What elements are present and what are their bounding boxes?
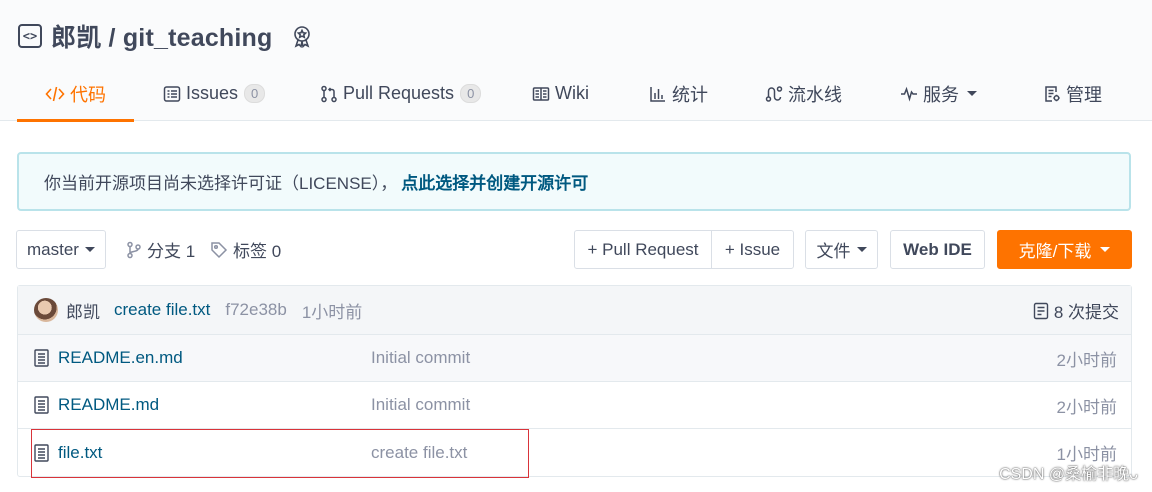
file-icon [34, 349, 49, 367]
code-icon [45, 85, 65, 103]
commit-hash[interactable]: f72e38b [225, 300, 286, 320]
commit-time: 1小时前 [301, 302, 363, 322]
branch-icon [126, 241, 142, 259]
web-ide-button[interactable]: Web IDE [890, 230, 985, 269]
repo-title-row: <> 郎凯 / git_teaching [18, 18, 314, 54]
chevron-down-icon [856, 247, 867, 252]
tab-wiki[interactable]: Wiki [532, 66, 589, 121]
branch-select[interactable]: master [16, 230, 106, 269]
commit-author[interactable]: 郎凯 [66, 298, 100, 323]
repo-tabs: 代码 Issues 0 Pull Requests 0 Wiki 统计 流水线 … [0, 66, 1152, 122]
tab-label: 代码 [70, 84, 106, 105]
commit-count-label: 8 次提交 [1053, 303, 1119, 322]
pull-request-icon [320, 85, 338, 103]
tab-pull-requests[interactable]: Pull Requests 0 [320, 66, 482, 121]
tab-pipeline[interactable]: 流水线 [765, 66, 842, 121]
file-time: 2小时前 [1056, 397, 1117, 417]
file-row[interactable]: README.md Initial commit 2小时前 [18, 382, 1131, 429]
commit-count-link[interactable]: 8 次提交 [1033, 286, 1119, 335]
repo-header: <> 郎凯 / git_teaching 代码 Issues 0 Pull Re… [0, 0, 1152, 122]
new-issue-button[interactable]: + Issue [711, 230, 794, 269]
chevron-down-icon [967, 91, 977, 96]
file-name-link[interactable]: README.md [58, 395, 159, 415]
file-name-link[interactable]: README.en.md [58, 348, 183, 368]
tab-stats[interactable]: 统计 [649, 66, 708, 121]
tag-icon [210, 241, 228, 259]
create-license-link[interactable]: 点此选择并创建开源许可 [401, 169, 588, 194]
new-pull-request-button[interactable]: + Pull Request [574, 230, 712, 269]
tab-label: 服务 [923, 84, 959, 105]
tab-code[interactable]: 代码 [17, 66, 134, 122]
file-menu-button[interactable]: 文件 [805, 230, 878, 269]
issues-count-badge: 0 [244, 84, 266, 103]
file-row[interactable]: file.txt create file.txt 1小时前 [18, 429, 1131, 476]
tab-label: 流水线 [788, 84, 842, 105]
book-icon [532, 85, 550, 103]
branch-select-label: master [27, 239, 79, 259]
new-pull-request-label: + Pull Request [587, 239, 699, 259]
license-notice: 你当前开源项目尚未选择许可证（LICENSE）， 点此选择并创建开源许可 [17, 152, 1131, 211]
settings-doc-icon [1043, 85, 1061, 103]
tags-label: 标签 0 [233, 242, 282, 261]
issues-icon [163, 85, 181, 103]
tab-label: 管理 [1066, 84, 1102, 105]
pull-requests-count-badge: 0 [460, 84, 482, 103]
file-commit-message[interactable]: Initial commit [371, 395, 470, 415]
latest-commit-row: 郎凯 create file.txt f72e38b 1小时前 8 次提交 [18, 286, 1131, 335]
badge-icon[interactable] [290, 24, 314, 48]
tab-issues[interactable]: Issues 0 [163, 66, 266, 121]
file-table: 郎凯 create file.txt f72e38b 1小时前 8 次提交 RE… [17, 285, 1132, 477]
branches-label: 分支 1 [147, 242, 196, 261]
file-menu-label: 文件 [816, 242, 851, 261]
file-time: 2小时前 [1056, 350, 1117, 370]
file-name-link[interactable]: file.txt [58, 443, 102, 463]
chevron-down-icon [84, 247, 95, 252]
file-commit-message[interactable]: create file.txt [371, 443, 467, 463]
file-commit-message[interactable]: Initial commit [371, 348, 470, 368]
watermark: CSDN @桑榆非晚ᴗ [999, 466, 1138, 483]
commit-message[interactable]: create file.txt [114, 300, 210, 320]
bar-chart-icon [649, 85, 667, 103]
file-row[interactable]: README.en.md Initial commit 2小时前 [18, 335, 1131, 382]
avatar[interactable] [34, 298, 58, 322]
chevron-down-icon [1100, 247, 1111, 252]
clone-download-label: 克隆/下载 [1018, 242, 1092, 261]
repo-title[interactable]: 郎凯 / git_teaching [51, 18, 272, 54]
tab-label: 统计 [672, 84, 708, 105]
tab-label: Pull Requests [343, 83, 455, 103]
file-icon [34, 443, 49, 462]
tags-link[interactable]: 标签 0 [210, 230, 281, 269]
tab-manage[interactable]: 管理 [1043, 66, 1102, 121]
new-issue-label: + Issue [724, 239, 781, 259]
repo-code-icon: <> [18, 24, 42, 48]
commits-icon [1033, 302, 1049, 320]
web-ide-label: Web IDE [903, 239, 972, 259]
tab-services[interactable]: 服务 [900, 66, 977, 121]
tab-label: Wiki [555, 83, 589, 103]
license-notice-text: 你当前开源项目尚未选择许可证（LICENSE）， [44, 174, 398, 193]
pipeline-icon [765, 85, 783, 103]
file-icon [34, 396, 49, 414]
branches-link[interactable]: 分支 1 [126, 230, 195, 269]
pulse-icon [900, 85, 918, 103]
tab-label: Issues [186, 83, 239, 103]
clone-download-button[interactable]: 克隆/下载 [997, 230, 1132, 269]
